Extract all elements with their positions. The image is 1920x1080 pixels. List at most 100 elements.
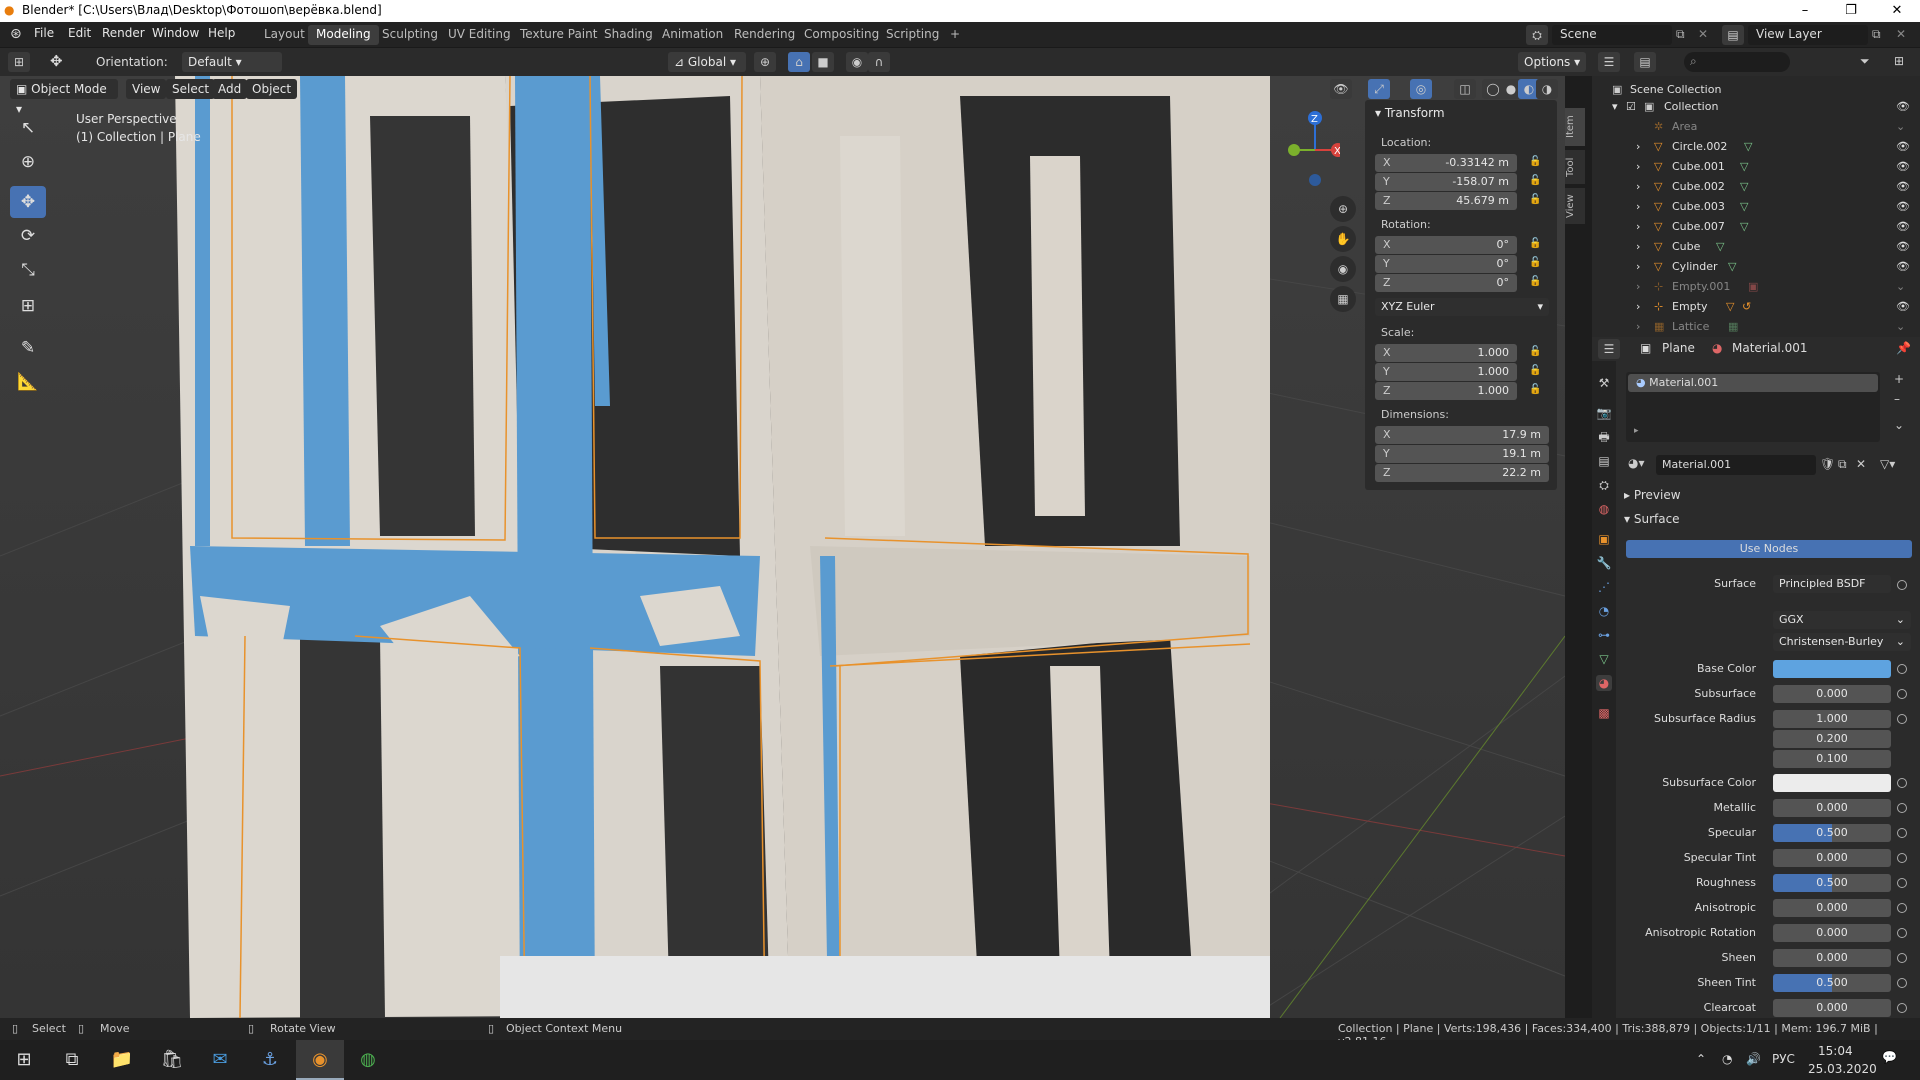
dimensions-z-field[interactable]: Z 22.2 m bbox=[1375, 464, 1549, 482]
preview-panel-header[interactable]: ▸ Preview bbox=[1624, 488, 1681, 502]
input-field[interactable]: 0.500 bbox=[1773, 824, 1891, 842]
menu-file[interactable]: File bbox=[34, 26, 54, 40]
app-icon[interactable]: ⚓ bbox=[246, 1040, 294, 1080]
rotation-mode-dropdown[interactable]: XYZ Euler ▾ bbox=[1375, 298, 1549, 316]
distribution-dropdown[interactable]: GGX ⌄ bbox=[1773, 611, 1911, 629]
input-field[interactable]: 0.000 bbox=[1773, 924, 1891, 942]
lock-rotation-z-icon[interactable]: 🔓 bbox=[1529, 276, 1541, 288]
slot-expand-icon[interactable]: ▸ bbox=[1634, 426, 1639, 436]
dimensions-x-field[interactable]: X 17.9 m bbox=[1375, 426, 1549, 444]
outliner-item-lattice[interactable]: › ▦ Lattice ▦ ⌄ bbox=[1592, 317, 1920, 337]
tab-uv-editing[interactable]: UV Editing bbox=[440, 25, 519, 45]
input-field[interactable]: 0.100 bbox=[1773, 750, 1891, 768]
menu-add[interactable]: Add bbox=[212, 79, 248, 99]
xray-toggle-icon[interactable]: ◫ bbox=[1454, 79, 1476, 99]
context-material-name[interactable]: Material.001 bbox=[1732, 341, 1807, 355]
menu-view[interactable]: View bbox=[126, 79, 167, 99]
menu-window[interactable]: Window bbox=[152, 26, 199, 40]
tab-tool[interactable]: Tool bbox=[1565, 150, 1585, 184]
rotation-z-field[interactable]: Z 0° bbox=[1375, 274, 1517, 292]
duplicate-material-icon[interactable]: ⧉ bbox=[1838, 457, 1847, 472]
subsurface-method-dropdown[interactable]: Christensen-Burley ⌄ bbox=[1773, 633, 1911, 651]
delete-view-layer-icon[interactable]: ✕ bbox=[1896, 27, 1906, 41]
input-socket-icon[interactable] bbox=[1897, 803, 1907, 813]
close-button[interactable]: ✕ bbox=[1874, 0, 1920, 22]
transform-orientation-dropdown[interactable]: ⊿ Global ▾ bbox=[668, 52, 746, 72]
menu-render[interactable]: Render bbox=[102, 26, 145, 40]
material-name-field[interactable]: Material.001 bbox=[1656, 455, 1816, 475]
scene-icon[interactable]: ⛭ bbox=[1526, 25, 1548, 45]
input-field[interactable]: 0.200 bbox=[1773, 730, 1891, 748]
orientation-dropdown[interactable]: Default ▾ bbox=[182, 52, 282, 72]
rotation-x-field[interactable]: X 0° bbox=[1375, 236, 1517, 254]
tab-modeling[interactable]: Modeling bbox=[308, 25, 379, 45]
display-mode-icon[interactable]: ▤ bbox=[1634, 52, 1656, 72]
input-field[interactable]: 0.000 bbox=[1773, 899, 1891, 917]
lock-rotation-y-icon[interactable]: 🔓 bbox=[1529, 257, 1541, 269]
windows-start-icon[interactable]: ⊞ bbox=[0, 1040, 48, 1080]
location-z-field[interactable]: Z 45.679 m bbox=[1375, 192, 1517, 210]
modifier-tab-icon[interactable]: 🔧 bbox=[1596, 555, 1612, 571]
use-nodes-button[interactable]: Use Nodes bbox=[1626, 540, 1912, 558]
input-socket-icon[interactable] bbox=[1897, 853, 1907, 863]
lock-rotation-x-icon[interactable]: 🔓 bbox=[1529, 238, 1541, 250]
overlay-toggle-icon[interactable]: ◎ bbox=[1410, 79, 1432, 99]
material-slot-list[interactable]: ◕ Material.001 ▸ bbox=[1626, 372, 1880, 442]
slot-specials-icon[interactable]: ⌄ bbox=[1894, 418, 1904, 432]
falloff-icon[interactable]: ∩ bbox=[868, 52, 890, 72]
transform-title[interactable]: ▾ Transform bbox=[1375, 106, 1445, 120]
menu-object[interactable]: Object bbox=[246, 79, 298, 99]
lock-location-x-icon[interactable]: 🔓 bbox=[1529, 156, 1541, 168]
outliner-item-circle002[interactable]: › ▽ Circle.002 ▽ 👁 bbox=[1592, 137, 1920, 157]
tab-shading[interactable]: Shading bbox=[596, 25, 661, 45]
object-mode-dropdown[interactable]: ▣ Object Mode ▾ bbox=[10, 79, 118, 116]
3d-viewport[interactable]: User Perspective (1) Collection | Plane … bbox=[0, 76, 1565, 1018]
new-view-layer-icon[interactable]: ⧉ bbox=[1872, 27, 1881, 42]
input-field[interactable]: 1.000 bbox=[1773, 710, 1891, 728]
zoom-view-icon[interactable]: ⊕ bbox=[1330, 196, 1356, 222]
input-field[interactable]: 0.500 bbox=[1773, 874, 1891, 892]
properties-editor-type-icon[interactable]: ☰ bbox=[1598, 339, 1620, 359]
outliner-item-cube002[interactable]: › ▽ Cube.002 ▽ 👁 bbox=[1592, 177, 1920, 197]
transform-tool-icon[interactable]: ⊞ bbox=[10, 290, 46, 322]
context-object-name[interactable]: Plane bbox=[1662, 341, 1695, 355]
outliner-collection[interactable]: ▾ ☑ ▣ Collection 👁 bbox=[1592, 97, 1920, 117]
location-y-field[interactable]: Y -158.07 m bbox=[1375, 173, 1517, 191]
chrome-icon[interactable]: ◍ bbox=[344, 1040, 392, 1080]
input-socket-icon[interactable] bbox=[1897, 664, 1907, 674]
dimensions-y-field[interactable]: Y 19.1 m bbox=[1375, 445, 1549, 463]
shading-rendered-icon[interactable]: ◑ bbox=[1536, 79, 1558, 99]
store-icon[interactable]: 🛍 bbox=[148, 1040, 196, 1080]
subsurface-color-swatch[interactable] bbox=[1773, 774, 1891, 792]
minimize-button[interactable]: – bbox=[1782, 0, 1828, 22]
menu-select[interactable]: Select bbox=[166, 79, 216, 99]
input-socket-icon[interactable] bbox=[1897, 953, 1907, 963]
navigation-gizmo[interactable]: Z X bbox=[1270, 106, 1340, 196]
orthographic-toggle-icon[interactable]: ▦ bbox=[1330, 286, 1356, 312]
scale-z-field[interactable]: Z 1.000 bbox=[1375, 382, 1517, 400]
world-tab-icon[interactable]: ◍ bbox=[1596, 501, 1612, 517]
outliner-item-cube003[interactable]: › ▽ Cube.003 ▽ 👁 bbox=[1592, 197, 1920, 217]
blender-menu-icon[interactable]: ⊛ bbox=[10, 26, 22, 42]
material-slot-item[interactable]: ◕ Material.001 bbox=[1628, 374, 1878, 392]
location-x-field[interactable]: X -0.33142 m bbox=[1375, 154, 1517, 172]
input-field[interactable]: 0.000 bbox=[1773, 999, 1891, 1017]
file-explorer-icon[interactable]: 📁 bbox=[98, 1040, 146, 1080]
tab-layout[interactable]: Layout bbox=[256, 25, 313, 45]
browse-material-icon[interactable]: ◕▾ bbox=[1628, 456, 1645, 470]
tray-chevron-icon[interactable]: ⌃ bbox=[1696, 1052, 1706, 1066]
input-socket-icon[interactable] bbox=[1897, 978, 1907, 988]
surface-shader-field[interactable]: Principled BSDF bbox=[1773, 575, 1891, 593]
outliner-item-empty[interactable]: › ⊹ Empty ▽ ↺ 👁 bbox=[1592, 297, 1920, 317]
tab-view[interactable]: View bbox=[1565, 188, 1585, 224]
snap-toggle-icon[interactable]: ⌂ bbox=[788, 52, 810, 72]
scale-y-field[interactable]: Y 1.000 bbox=[1375, 363, 1517, 381]
menu-help[interactable]: Help bbox=[208, 26, 235, 40]
menu-edit[interactable]: Edit bbox=[68, 26, 91, 40]
tab-item[interactable]: Item bbox=[1565, 108, 1585, 146]
add-material-slot-icon[interactable]: + bbox=[1894, 372, 1904, 386]
gizmo-toggle-icon[interactable]: ⤢ bbox=[1368, 79, 1390, 99]
lock-scale-x-icon[interactable]: 🔓 bbox=[1529, 346, 1541, 358]
scene-field[interactable]: Scene bbox=[1552, 25, 1672, 45]
object-visibility-icon[interactable]: 👁 bbox=[1330, 79, 1352, 99]
